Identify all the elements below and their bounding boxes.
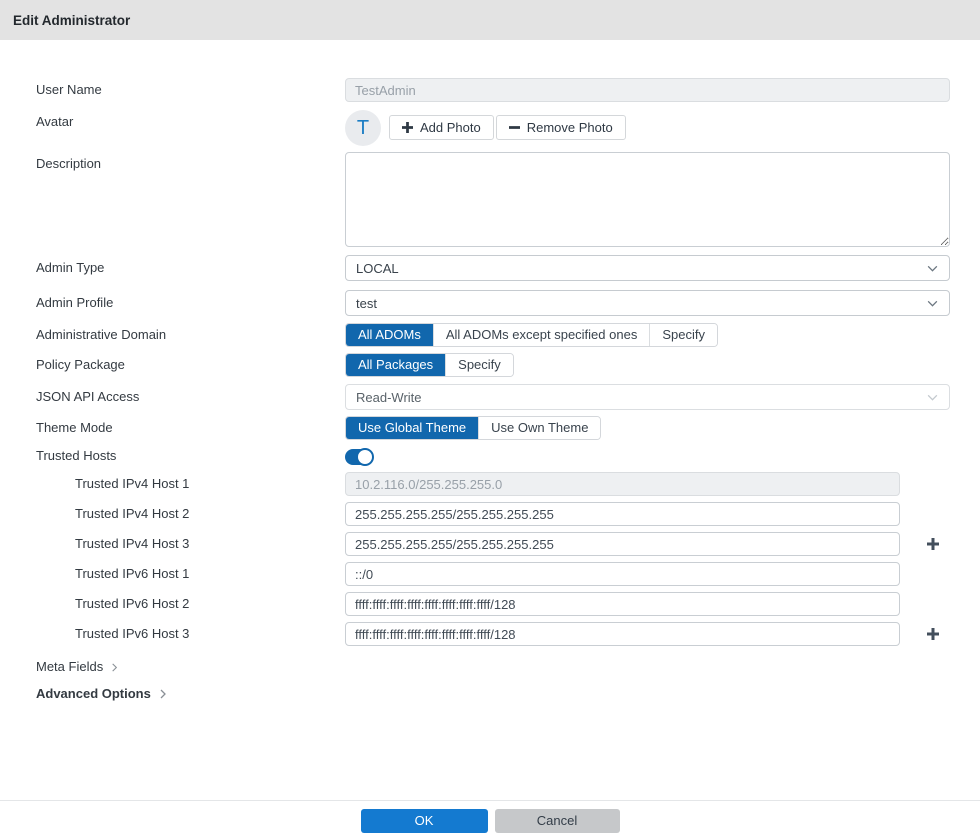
row-user-name: User Name [0,78,980,102]
row-trusted-ipv4-host-3: Trusted IPv4 Host 3 [0,532,980,556]
row-meta-fields: Meta Fields [0,658,980,676]
row-administrative-domain: Administrative Domain All ADOMs All ADOM… [0,323,980,347]
theme-option-own[interactable]: Use Own Theme [478,417,600,439]
trusted-ipv6-host-2-label: Trusted IPv6 Host 2 [0,592,345,616]
trusted-ipv4-host-2-label: Trusted IPv4 Host 2 [0,502,345,526]
remove-photo-button[interactable]: Remove Photo [496,115,626,140]
dialog-footer: OK Cancel [0,800,980,840]
trusted-ipv4-host-1-label: Trusted IPv4 Host 1 [0,472,345,496]
description-label: Description [0,152,345,176]
row-trusted-ipv6-host-3: Trusted IPv6 Host 3 [0,622,980,646]
add-ipv4-host-button[interactable] [926,537,940,551]
row-trusted-hosts: Trusted Hosts [0,446,980,466]
toggle-knob [356,448,374,466]
chevron-right-icon [157,688,169,700]
form-body: User Name Avatar T Add Photo [0,40,980,703]
theme-mode-segments: Use Global Theme Use Own Theme [345,416,601,440]
trusted-ipv6-host-2-input[interactable] [345,592,900,616]
dialog-header: Edit Administrator [0,0,980,40]
description-textarea[interactable] [345,152,950,247]
add-photo-button[interactable]: Add Photo [389,115,494,140]
trusted-ipv4-host-3-input[interactable] [345,532,900,556]
minus-icon [509,122,520,133]
user-name-label: User Name [0,78,345,102]
theme-option-global[interactable]: Use Global Theme [346,417,478,439]
chevron-down-icon [926,297,939,310]
admin-type-select[interactable]: LOCAL [345,255,950,281]
trusted-hosts-label: Trusted Hosts [0,446,345,466]
meta-fields-label: Meta Fields [36,658,103,676]
row-description: Description [0,152,980,247]
trusted-ipv4-host-2-input[interactable] [345,502,900,526]
row-trusted-ipv6-host-2: Trusted IPv6 Host 2 [0,592,980,616]
adom-option-all-except[interactable]: All ADOMs except specified ones [433,324,649,346]
plus-icon [926,627,940,641]
adom-option-specify[interactable]: Specify [649,324,717,346]
meta-fields-expander[interactable]: Meta Fields [0,658,120,676]
row-policy-package: Policy Package All Packages Specify [0,353,980,377]
administrative-domain-label: Administrative Domain [0,323,345,347]
trusted-ipv6-host-3-label: Trusted IPv6 Host 3 [0,622,345,646]
policy-package-label: Policy Package [0,353,345,377]
add-ipv6-host-button[interactable] [926,627,940,641]
json-api-access-select: Read-Write [345,384,950,410]
row-avatar: Avatar T Add Photo Remove Photo [0,110,980,146]
add-photo-label: Add Photo [420,120,481,135]
plus-icon [926,537,940,551]
row-admin-type: Admin Type LOCAL [0,255,980,281]
admin-type-value: LOCAL [356,261,399,276]
trusted-ipv6-host-1-label: Trusted IPv6 Host 1 [0,562,345,586]
trusted-ipv6-host-1-input[interactable] [345,562,900,586]
theme-mode-label: Theme Mode [0,416,345,440]
row-theme-mode: Theme Mode Use Global Theme Use Own Them… [0,416,980,440]
advanced-options-label: Advanced Options [36,685,151,703]
remove-photo-label: Remove Photo [527,120,613,135]
json-api-access-label: JSON API Access [0,384,345,410]
chevron-down-icon [926,262,939,275]
avatar-initial: T [357,117,369,140]
json-api-access-value: Read-Write [356,390,422,405]
row-trusted-ipv6-host-1: Trusted IPv6 Host 1 [0,562,980,586]
plus-icon [402,122,413,133]
trusted-ipv6-host-3-input[interactable] [345,622,900,646]
row-trusted-ipv4-host-2: Trusted IPv4 Host 2 [0,502,980,526]
advanced-options-expander[interactable]: Advanced Options [0,685,169,703]
chevron-down-icon [926,391,939,404]
policy-option-all-packages[interactable]: All Packages [346,354,445,376]
edit-administrator-dialog: Edit Administrator User Name Avatar T Ad… [0,0,980,703]
admin-type-label: Admin Type [0,255,345,281]
avatar-label: Avatar [0,110,345,134]
row-admin-profile: Admin Profile test [0,290,980,316]
trusted-ipv4-host-3-label: Trusted IPv4 Host 3 [0,532,345,556]
admin-profile-label: Admin Profile [0,290,345,316]
policy-package-segments: All Packages Specify [345,353,514,377]
chevron-right-icon [109,662,120,673]
row-json-api-access: JSON API Access Read-Write [0,384,980,410]
trusted-hosts-toggle[interactable] [345,449,372,465]
administrative-domain-segments: All ADOMs All ADOMs except specified one… [345,323,718,347]
trusted-ipv4-host-1-input [345,472,900,496]
cancel-button[interactable]: Cancel [495,809,620,833]
user-name-input [345,78,950,102]
avatar: T [345,110,381,146]
adom-option-all-adoms[interactable]: All ADOMs [346,324,433,346]
row-trusted-ipv4-host-1: Trusted IPv4 Host 1 [0,472,980,496]
dialog-title: Edit Administrator [13,13,130,28]
row-advanced-options: Advanced Options [0,685,980,703]
admin-profile-value: test [356,296,377,311]
ok-button[interactable]: OK [361,809,488,833]
admin-profile-select[interactable]: test [345,290,950,316]
policy-option-specify[interactable]: Specify [445,354,513,376]
